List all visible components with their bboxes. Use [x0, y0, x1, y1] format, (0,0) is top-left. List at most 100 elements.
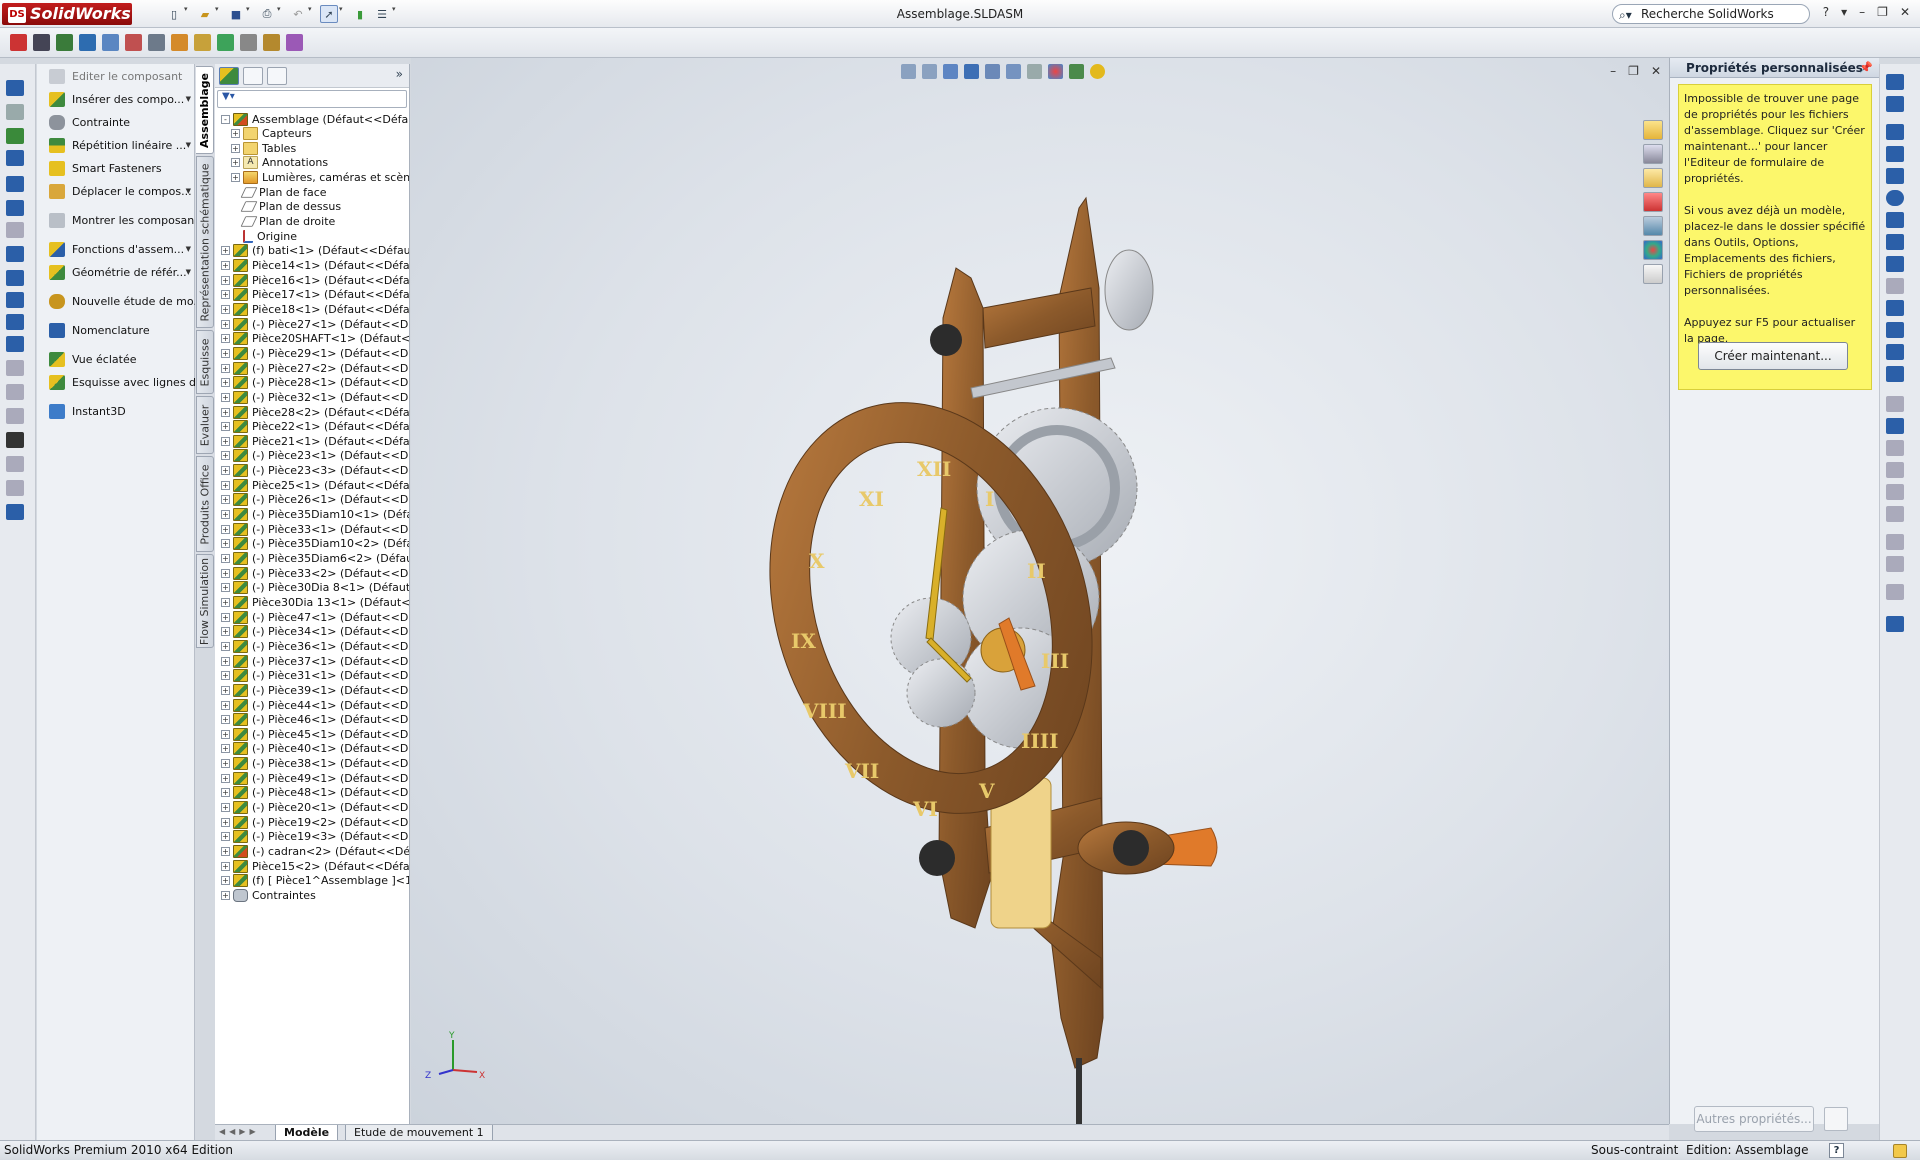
slot-icon[interactable]	[1886, 168, 1904, 184]
expand-icon[interactable]: +	[221, 510, 230, 520]
search-input[interactable]: ⌕▾ Recherche SolidWorks	[1612, 4, 1810, 24]
new-motion-study-button[interactable]: Nouvelle étude de mo...	[49, 291, 195, 311]
expand-icon[interactable]: +	[221, 729, 230, 739]
weld-symbol-icon[interactable]	[6, 270, 24, 286]
expand-icon[interactable]: +	[221, 759, 230, 769]
expand-icon[interactable]: +	[221, 480, 230, 490]
collapse-icon[interactable]: -	[221, 114, 230, 124]
expand-icon[interactable]: +	[221, 744, 230, 754]
gtol-icon[interactable]	[6, 314, 24, 330]
expand-icon[interactable]: +	[221, 275, 230, 285]
expand-icon[interactable]: +	[221, 715, 230, 725]
expand-icon[interactable]: +	[221, 583, 230, 593]
circle-icon[interactable]	[1886, 190, 1904, 206]
minimize-button[interactable]: –	[1859, 5, 1865, 19]
expand-icon[interactable]: +	[221, 451, 230, 461]
properties-editor-icon[interactable]	[1824, 1107, 1848, 1131]
expand-icon[interactable]: +	[221, 539, 230, 549]
note-icon[interactable]	[6, 176, 24, 192]
expand-icon[interactable]: +	[221, 788, 230, 798]
datum-icon[interactable]	[6, 336, 24, 352]
expand-icon[interactable]: +	[221, 554, 230, 563]
expand-icon[interactable]: +	[221, 832, 230, 842]
expand-icon[interactable]: +	[221, 407, 230, 417]
text-icon[interactable]	[1886, 366, 1904, 382]
expand-icon[interactable]: +	[221, 876, 230, 886]
link-icon[interactable]	[194, 34, 211, 51]
tab-schematic[interactable]: Représentation schématique	[196, 156, 214, 328]
expand-icon[interactable]: +	[221, 700, 230, 710]
quick-snaps-icon[interactable]	[1886, 584, 1904, 600]
tree-filter-input[interactable]: ▼▾	[217, 90, 407, 108]
assembly-xpert-icon[interactable]	[79, 34, 96, 51]
expand-panel-icon[interactable]: »	[396, 67, 403, 81]
quick-help-icon[interactable]: ?	[1829, 1143, 1844, 1158]
solidworks-resources-icon[interactable]	[1643, 120, 1663, 140]
expand-icon[interactable]: +	[221, 261, 230, 270]
expand-icon[interactable]: +	[231, 129, 240, 139]
other-properties-button[interactable]: Autres propriétés...	[1694, 1106, 1814, 1132]
pack-and-go-icon[interactable]	[263, 34, 280, 51]
3dvia-icon[interactable]	[10, 34, 27, 51]
move-entities-icon[interactable]	[1886, 506, 1904, 522]
expand-icon[interactable]: +	[221, 466, 230, 476]
clock-assembly-model[interactable]: XII I II III IIII V VI VII VIII IX X XI …	[411, 58, 1669, 1124]
graphics-viewport[interactable]: – ❐ ✕ XII I II III IIII V VI VII VIII IX…	[411, 58, 1669, 1124]
fillet-icon[interactable]	[1886, 278, 1904, 294]
tab-office-products[interactable]: Produits Office	[196, 456, 214, 552]
chevron-down-icon[interactable]: ▼	[186, 141, 191, 149]
expand-icon[interactable]: +	[221, 612, 230, 622]
block-icon[interactable]	[6, 408, 24, 424]
smart-fasteners-button[interactable]: Smart Fasteners	[49, 158, 195, 178]
expand-icon[interactable]: +	[231, 173, 240, 183]
weld-icon[interactable]	[240, 34, 257, 51]
configuration-manager-tab-icon[interactable]	[267, 67, 287, 85]
expand-icon[interactable]: +	[221, 597, 230, 607]
expand-icon[interactable]: +	[221, 568, 230, 578]
chevron-down-icon[interactable]: ▼	[186, 268, 191, 276]
expand-icon[interactable]: +	[231, 143, 240, 153]
pin-icon[interactable]: 📌	[1859, 61, 1873, 74]
spell-check-icon[interactable]	[6, 128, 24, 144]
assembly-features-button[interactable]: Fonctions d'assem... ▼	[49, 239, 195, 259]
auto-balloon-icon[interactable]	[6, 222, 24, 238]
expand-icon[interactable]: +	[221, 246, 230, 256]
insert-components-button[interactable]: Insérer des compo... ▼	[49, 89, 195, 109]
move-component-button[interactable]: Déplacer le compos... ▼	[49, 181, 195, 201]
expand-icon[interactable]: +	[221, 685, 230, 695]
plane-icon[interactable]	[1886, 396, 1904, 412]
mate-button[interactable]: Contrainte	[49, 112, 195, 132]
expand-icon[interactable]: +	[221, 773, 230, 783]
expand-icon[interactable]: +	[221, 656, 230, 666]
chevron-down-icon[interactable]: ▼	[186, 187, 191, 195]
expand-icon[interactable]: +	[221, 847, 230, 856]
property-manager-tab-icon[interactable]	[243, 67, 263, 85]
close-button[interactable]: ✕	[1900, 5, 1910, 19]
chevron-down-icon[interactable]: ▼	[186, 245, 191, 253]
smart-dim-icon[interactable]	[1886, 96, 1904, 112]
show-components-button[interactable]: Montrer les composan...	[49, 210, 195, 230]
ellipse-icon[interactable]	[1886, 256, 1904, 272]
tab-navigation-arrows[interactable]: ◀◀▶▶	[219, 1127, 260, 1136]
design-library-icon[interactable]	[1643, 144, 1663, 164]
expand-icon[interactable]: +	[221, 348, 230, 358]
tab-evaluate[interactable]: Evaluer	[196, 396, 214, 454]
expand-icon[interactable]: +	[221, 304, 230, 314]
restore-button[interactable]: ❐	[1877, 5, 1888, 19]
dimension-icon[interactable]	[6, 104, 24, 120]
tab-sketch[interactable]: Esquisse	[196, 330, 214, 394]
display-relations-icon[interactable]	[1886, 534, 1904, 550]
line-icon[interactable]	[1886, 124, 1904, 140]
expand-icon[interactable]: +	[221, 524, 230, 534]
motion-icon[interactable]	[125, 34, 142, 51]
area-hatch-icon[interactable]	[6, 384, 24, 400]
rapid-sketch-icon[interactable]	[1886, 616, 1904, 632]
help-icon[interactable]: ?	[1823, 5, 1829, 19]
edit-component-button[interactable]: Editer le composant	[49, 66, 195, 86]
expand-icon[interactable]: +	[221, 671, 230, 681]
hole-callout-icon[interactable]	[6, 292, 24, 308]
expand-icon[interactable]: +	[221, 378, 230, 388]
hole-series-icon[interactable]	[148, 34, 165, 51]
expand-icon[interactable]: +	[221, 495, 230, 505]
rebuild-status-icon[interactable]	[1893, 1144, 1907, 1158]
